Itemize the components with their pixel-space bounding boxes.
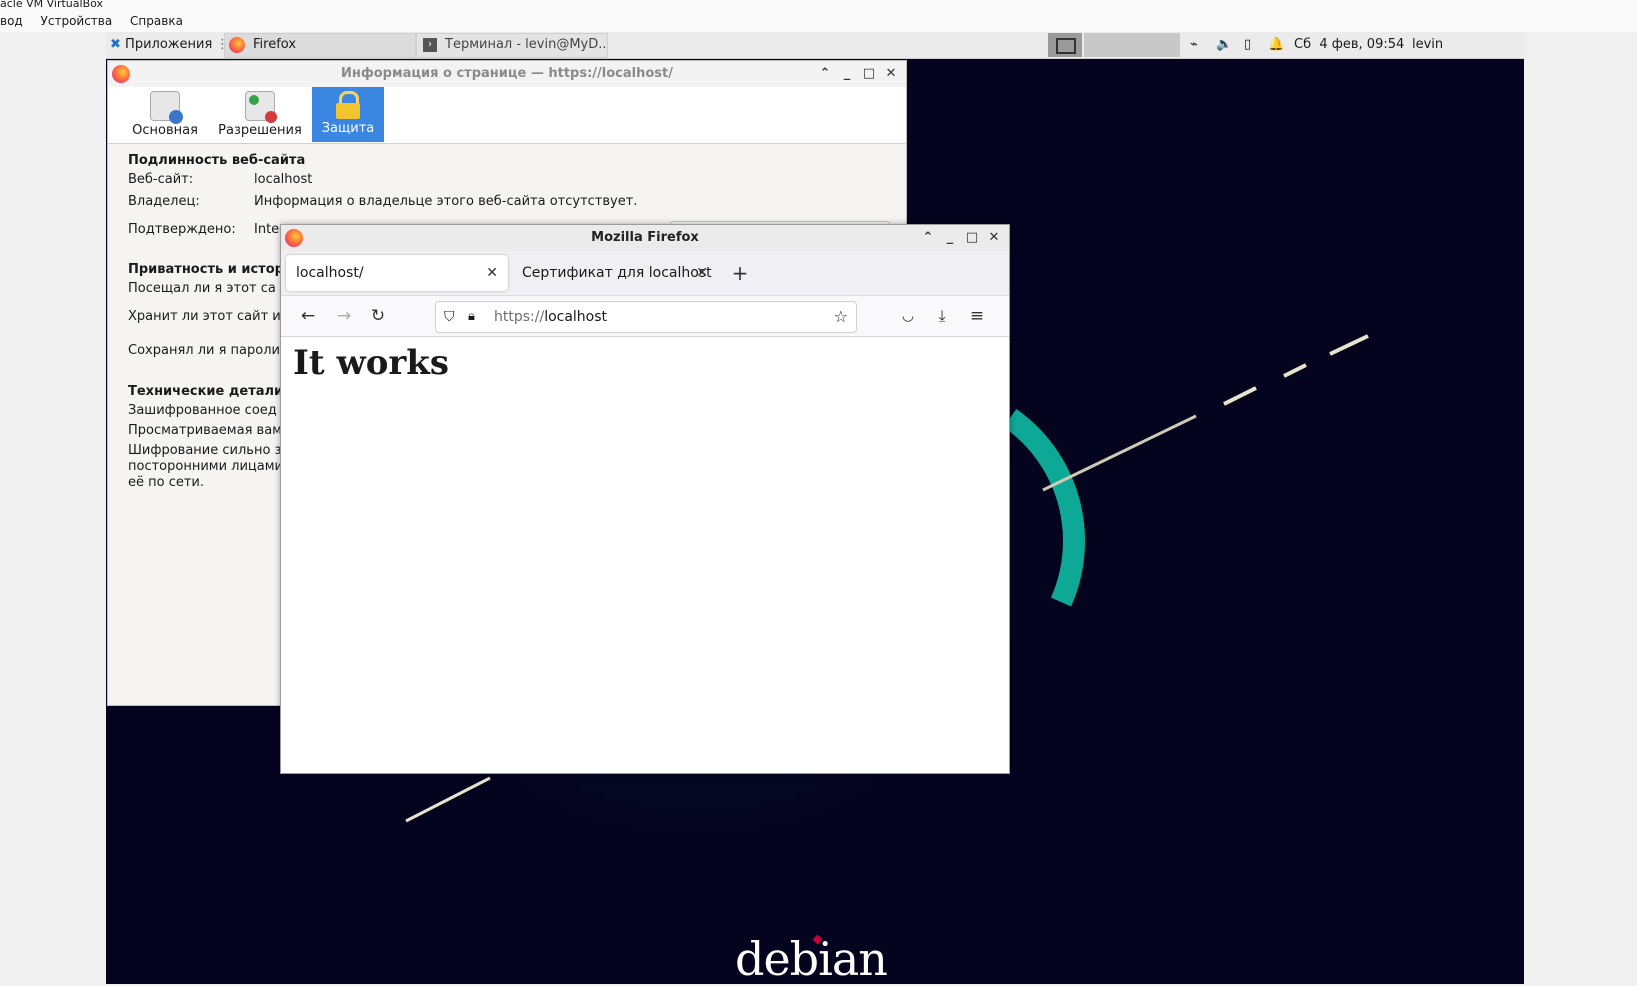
firefox-titlebar[interactable]: Mozilla Firefox ⌃ _ □ ✕ bbox=[281, 225, 1009, 251]
downloads-icon[interactable]: ⤓ bbox=[931, 305, 953, 327]
back-button[interactable]: ← bbox=[297, 305, 319, 327]
firefox-icon bbox=[229, 37, 245, 53]
nav-toolbar: ← → ↻ ⛉ 🔒︎ https://localhost ☆ ◡ ⤓ ≡ bbox=[281, 296, 1009, 337]
owner-label: Владелец: bbox=[128, 194, 200, 209]
privacy-row: Посещал ли я этот са bbox=[128, 281, 276, 296]
reload-button[interactable]: ↻ bbox=[367, 305, 389, 327]
owner-value: Информация о владельце этого веб-сайта о… bbox=[254, 194, 638, 209]
tab-certificate[interactable]: Сертификат для localhost ✕ bbox=[512, 255, 718, 291]
shade-button[interactable]: ⌃ bbox=[917, 225, 939, 251]
url-scheme: https:// bbox=[494, 309, 545, 325]
tech-row: Зашифрованное соед bbox=[128, 403, 277, 418]
close-button[interactable]: ✕ bbox=[880, 61, 902, 87]
page-content: It works bbox=[281, 337, 1009, 773]
user-name[interactable]: levin bbox=[1412, 32, 1443, 58]
verified-value: Inte bbox=[254, 222, 280, 237]
pocket-icon[interactable]: ◡ bbox=[897, 305, 919, 327]
taskbar-firefox[interactable]: Firefox bbox=[224, 33, 416, 58]
page-info-titlebar[interactable]: Информация о странице — https://localhos… bbox=[108, 61, 906, 87]
page-info-tabs: Основная Разрешения Защита bbox=[108, 87, 906, 144]
volume-icon[interactable]: 🔈 bbox=[1216, 32, 1232, 58]
firefox-icon bbox=[285, 229, 303, 247]
tech-heading: Технические детали bbox=[128, 384, 284, 399]
menu-help[interactable]: Справка bbox=[130, 14, 183, 28]
close-tab-icon[interactable]: ✕ bbox=[696, 255, 708, 291]
tab-localhost[interactable]: localhost/ ✕ bbox=[286, 255, 508, 291]
shade-button[interactable]: ⌃ bbox=[814, 61, 836, 87]
xfce-icon: ✖ bbox=[110, 37, 121, 52]
privacy-row: Хранит ли этот сайт и bbox=[128, 309, 281, 324]
tab-security[interactable]: Защита bbox=[312, 87, 384, 142]
terminal-icon: › bbox=[423, 38, 437, 52]
maximize-button[interactable]: □ bbox=[858, 61, 880, 87]
privacy-heading: Приватность и истор bbox=[128, 262, 284, 277]
close-tab-icon[interactable]: ✕ bbox=[486, 255, 498, 291]
firefox-icon bbox=[112, 65, 130, 83]
url-bar[interactable]: ⛉ 🔒︎ https://localhost ☆ bbox=[435, 301, 857, 333]
workspace-2[interactable] bbox=[1084, 33, 1118, 57]
tech-row: Просматриваемая вам bbox=[128, 423, 282, 438]
new-tab-button[interactable]: + bbox=[726, 259, 754, 287]
firefox-window: Mozilla Firefox ⌃ _ □ ✕ localhost/ ✕ Сер… bbox=[280, 224, 1010, 774]
virtualbox-menubar: вод Устройства Справка bbox=[0, 10, 1637, 32]
minimize-button[interactable]: _ bbox=[836, 61, 858, 87]
identity-heading: Подлинность веб-сайта bbox=[128, 153, 306, 168]
tab-general[interactable]: Основная bbox=[120, 87, 210, 142]
battery-icon[interactable]: ▯ bbox=[1244, 32, 1251, 58]
website-label: Веб-сайт: bbox=[128, 172, 194, 187]
apps-menu-button[interactable]: ✖ Приложения bbox=[110, 32, 212, 58]
menu-input[interactable]: вод bbox=[0, 14, 23, 28]
lock-icon[interactable]: 🔒︎ bbox=[468, 302, 475, 332]
clock[interactable]: Сб 4 фев, 09:54 bbox=[1294, 32, 1404, 58]
tab-strip: localhost/ ✕ Сертификат для localhost ✕ … bbox=[281, 251, 1009, 296]
info-doc-icon bbox=[150, 91, 183, 124]
bookmark-star-icon[interactable]: ☆ bbox=[834, 302, 848, 332]
tab-permissions[interactable]: Разрешения bbox=[212, 87, 308, 142]
host-background bbox=[1524, 32, 1637, 984]
notification-bell-icon[interactable]: 🔔 bbox=[1268, 32, 1284, 58]
verified-label: Подтверждено: bbox=[128, 222, 236, 237]
workspace-1[interactable] bbox=[1048, 33, 1082, 57]
menu-devices[interactable]: Устройства bbox=[41, 14, 113, 28]
taskbar-terminal[interactable]: › Терминал - levin@MyD... bbox=[416, 33, 608, 58]
network-icon[interactable]: ⌁ bbox=[1190, 32, 1198, 58]
website-value: localhost bbox=[254, 172, 313, 187]
permissions-icon bbox=[245, 91, 277, 123]
tech-row: её по сети. bbox=[128, 475, 205, 490]
maximize-button[interactable]: □ bbox=[961, 225, 983, 251]
tech-row: посторонними лицами bbox=[128, 459, 283, 474]
top-panel: ✖ Приложения ⋮ Firefox › Терминал - levi… bbox=[106, 32, 1524, 59]
menu-hamburger-icon[interactable]: ≡ bbox=[966, 305, 988, 327]
tech-row: Шифрование сильно з bbox=[128, 443, 282, 458]
lock-icon bbox=[334, 91, 362, 119]
privacy-row: Сохранял ли я пароли bbox=[128, 343, 280, 358]
close-button[interactable]: ✕ bbox=[983, 225, 1005, 251]
workspace-4[interactable] bbox=[1146, 33, 1180, 57]
debian-logo: debian bbox=[735, 932, 888, 986]
tracking-shield-icon[interactable]: ⛉ bbox=[444, 302, 455, 332]
virtualbox-title: acle VM VirtualBox bbox=[0, 0, 1637, 10]
forward-button[interactable]: → bbox=[333, 305, 355, 327]
page-heading: It works bbox=[293, 343, 450, 383]
workspace-3[interactable] bbox=[1114, 33, 1148, 57]
minimize-button[interactable]: _ bbox=[939, 225, 961, 251]
url-host: localhost bbox=[544, 309, 608, 325]
